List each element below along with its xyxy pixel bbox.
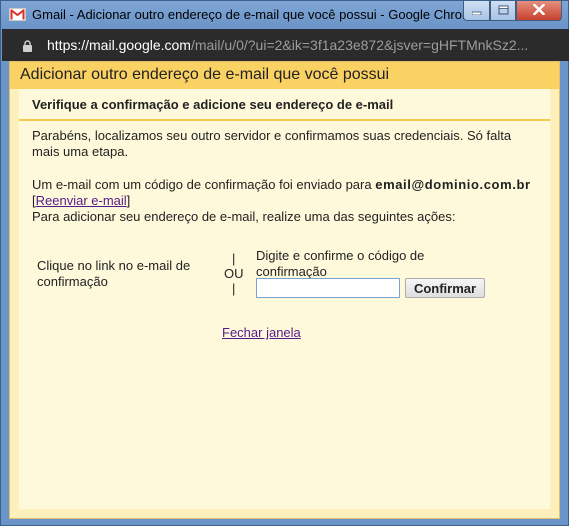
bracket-close: ]	[126, 193, 131, 208]
url-text[interactable]: https://mail.google.com/mail/u/0/?ui=2&i…	[47, 37, 547, 53]
add-email-dialog: Adicionar outro endereço de e-mail que v…	[9, 61, 560, 519]
address-bar[interactable]: https://mail.google.com/mail/u/0/?ui=2&i…	[2, 29, 569, 61]
congrats-message: Parabéns, localizamos seu outro servidor…	[32, 128, 512, 159]
option-enter-code: Digite e confirme o código de confirmaçã…	[256, 248, 425, 279]
option-click-link: Clique no link no e-mail de confirmação	[37, 258, 191, 289]
minimize-icon	[471, 2, 482, 20]
close-icon	[532, 2, 546, 20]
or-separator-bar: |	[232, 281, 236, 296]
dialog-header: Adicionar outro endereço de e-mail que v…	[10, 62, 559, 89]
dialog-body: Verifique a confirmação e adicione seu e…	[19, 89, 550, 509]
maximize-button[interactable]	[490, 1, 516, 21]
close-window-link[interactable]: Fechar janela	[222, 325, 301, 340]
or-label: OU	[224, 266, 244, 281]
sent-text: Um e-mail com um código de confirmação f…	[32, 177, 372, 192]
resend-email-link[interactable]: Reenviar e-mail	[36, 193, 127, 208]
email-address: email@dominio.com.br	[375, 177, 531, 192]
or-separator-bar: |	[232, 251, 236, 266]
sent-message: Um e-mail com um código de confirmação f…	[32, 177, 531, 193]
gmail-icon	[9, 8, 26, 21]
lock-icon	[22, 39, 33, 52]
title-bar[interactable]: Gmail - Adicionar outro endereço de e-ma…	[1, 1, 568, 29]
minimize-button[interactable]	[463, 1, 490, 21]
resend-line: [Reenviar e-mail]	[32, 193, 130, 209]
url-host: https://mail.google.com	[47, 37, 191, 53]
divider	[19, 119, 550, 121]
actions-instruction: Para adicionar seu endereço de e-mail, r…	[32, 209, 456, 224]
confirmation-code-input[interactable]	[256, 278, 400, 298]
url-path: /mail/u/0/?ui=2&ik=3f1a23e872&jsver=gHFT…	[190, 37, 529, 53]
dialog-subtitle: Verifique a confirmação e adicione seu e…	[32, 97, 394, 112]
maximize-icon	[498, 2, 509, 20]
page-content: Adicionar outro endereço de e-mail que v…	[9, 61, 560, 519]
browser-window: Gmail - Adicionar outro endereço de e-ma…	[0, 0, 569, 526]
close-window-button[interactable]	[516, 1, 562, 21]
window-title: Gmail - Adicionar outro endereço de e-ma…	[32, 7, 481, 22]
confirm-button[interactable]: Confirmar	[405, 278, 485, 298]
dialog-title: Adicionar outro endereço de e-mail que v…	[20, 66, 390, 83]
